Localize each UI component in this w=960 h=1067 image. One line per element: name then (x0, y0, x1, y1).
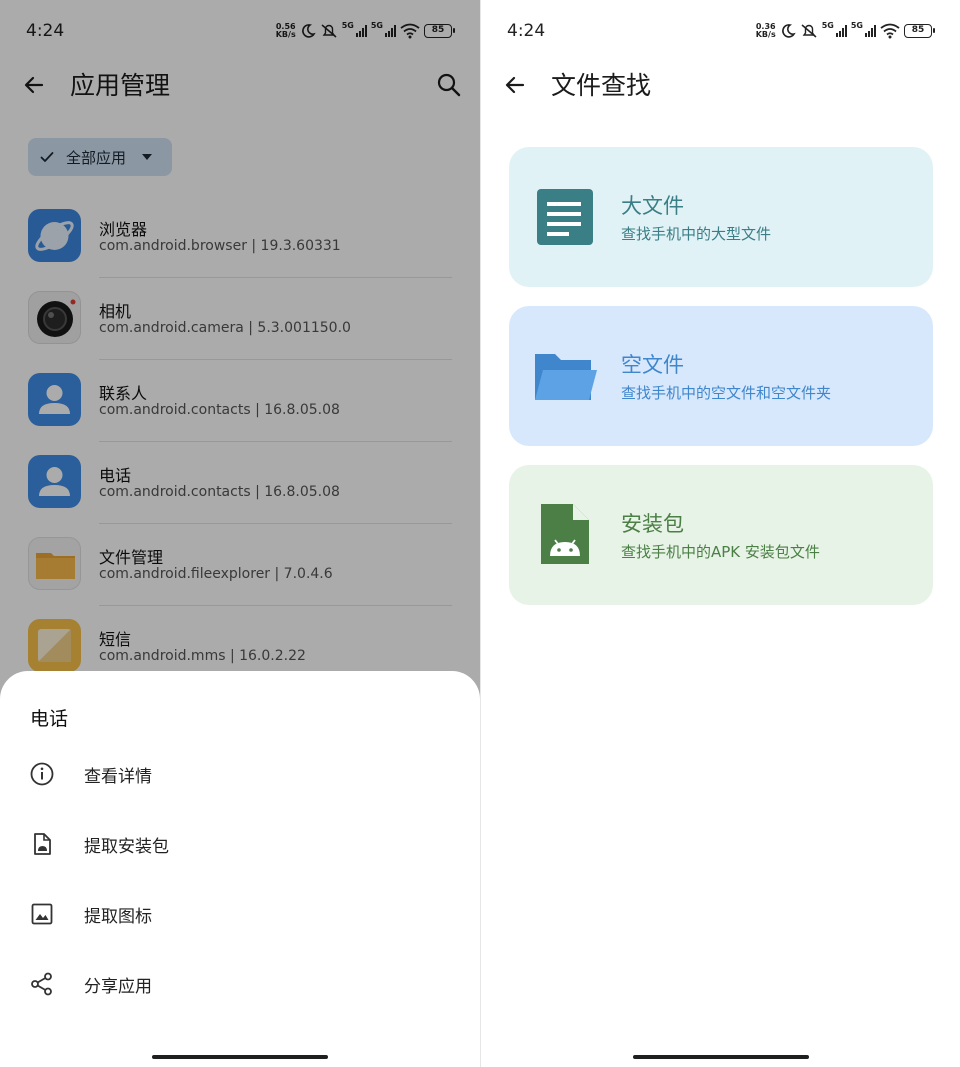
card-title: 大文件 (621, 194, 684, 218)
sheet-item-label: 查看详情 (84, 766, 152, 787)
info-icon (30, 762, 54, 786)
share-icon (31, 972, 52, 996)
card-subtitle: 查找手机中的空文件和空文件夹 (621, 384, 832, 402)
home-indicator[interactable] (632, 1055, 809, 1059)
card-title: 安装包 (621, 512, 684, 536)
folder-icon (535, 354, 597, 400)
signal-1-icon (835, 25, 847, 37)
network-speed: 0.36 KB/s (756, 23, 776, 39)
mute-bell-icon (801, 24, 817, 38)
network-type-2: 5G (850, 21, 863, 30)
card-apk-files[interactable]: 安装包 查找手机中的APK 安装包文件 (509, 465, 933, 605)
sheet-item-extract-apk[interactable]: 提取安装包 (0, 809, 480, 879)
sheet-item-label: 提取安装包 (84, 836, 169, 857)
sheet-title: 电话 (30, 708, 69, 730)
card-subtitle: 查找手机中的APK 安装包文件 (621, 543, 820, 561)
image-icon (31, 903, 53, 925)
speed-unit: KB/s (755, 30, 776, 39)
page-title: 文件查找 (551, 71, 652, 100)
card-large-files[interactable]: 大文件 查找手机中的大型文件 (509, 147, 933, 287)
wifi-icon (880, 23, 900, 39)
card-title: 空文件 (621, 353, 684, 377)
moon-icon (781, 24, 796, 38)
home-indicator[interactable] (152, 1055, 328, 1059)
status-bar: 4:24 0.36 KB/s 5G 5G 85 (481, 0, 960, 62)
app-bar: 文件查找 (481, 62, 960, 108)
card-empty-files[interactable]: 空文件 查找手机中的空文件和空文件夹 (509, 306, 933, 446)
signal-2-icon (865, 25, 876, 37)
app-manager-screen: 4:24 0.56 KB/s 5G 5G 85 应用管理 全部应用 浏览器 co… (0, 0, 480, 1067)
document-icon (537, 189, 593, 245)
sheet-item-view-details[interactable]: 查看详情 (0, 739, 480, 809)
apk-file-icon (34, 833, 51, 855)
android-file-icon (541, 504, 589, 564)
sheet-item-share-app[interactable]: 分享应用 (0, 949, 480, 1019)
arrow-left-icon[interactable] (501, 71, 529, 99)
status-time: 4:24 (507, 21, 546, 41)
network-type-1: 5G (821, 21, 834, 30)
status-icons: 0.36 KB/s 5G 5G 85 (756, 20, 935, 42)
bottom-sheet: 电话 查看详情 提取安装包 提取图标 分享应用 (0, 671, 480, 1067)
sheet-item-label: 分享应用 (84, 976, 152, 997)
sheet-item-extract-icon[interactable]: 提取图标 (0, 879, 480, 949)
battery-icon: 85 (904, 24, 935, 38)
card-subtitle: 查找手机中的大型文件 (621, 225, 772, 243)
file-search-screen: 4:24 0.36 KB/s 5G 5G 85 文件查找 大文件 查找手机中的大… (480, 0, 960, 1067)
sheet-item-label: 提取图标 (84, 906, 152, 927)
